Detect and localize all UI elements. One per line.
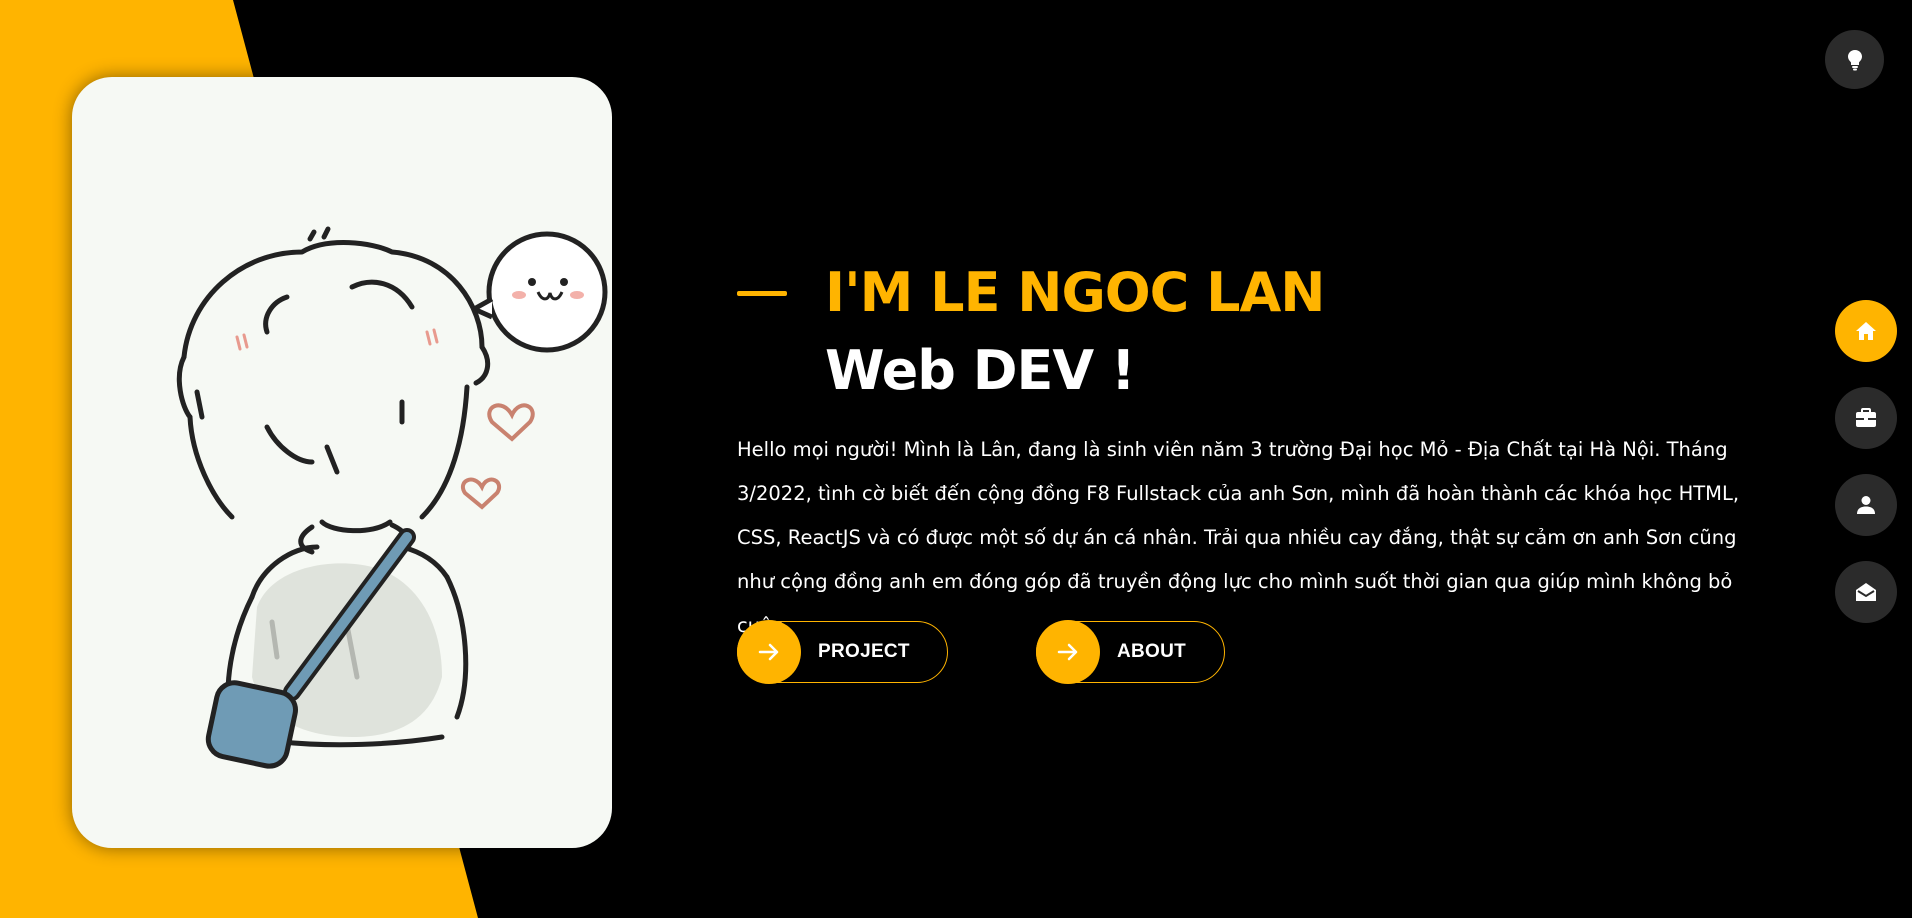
cartoon-character-image [176, 226, 608, 769]
user-icon [1857, 496, 1875, 514]
lightbulb-icon [1847, 49, 1862, 70]
nav-portfolio-button[interactable] [1835, 387, 1897, 449]
project-button-label: PROJECT [818, 641, 910, 662]
nav-home-button[interactable] [1835, 300, 1897, 362]
briefcase-icon [1856, 408, 1876, 427]
arrow-right-icon [737, 620, 801, 684]
home-icon [1856, 322, 1876, 340]
nav-contact-button[interactable] [1835, 561, 1897, 623]
about-button[interactable]: ABOUT [1036, 620, 1225, 684]
title-accent-line [737, 291, 787, 296]
hero-name: I'M LE NGOC LAN [825, 261, 1326, 324]
profile-illustration [72, 77, 612, 848]
about-button-label: ABOUT [1117, 641, 1187, 662]
home-page: I'M LE NGOC LAN Web DEV ! Hello mọi ngườ… [0, 0, 1912, 918]
project-button[interactable]: PROJECT [737, 620, 948, 684]
nav-about-button[interactable] [1835, 474, 1897, 536]
hero-role: Web DEV ! [825, 339, 1136, 402]
title-block: I'M LE NGOC LAN Web DEV ! [737, 258, 1757, 402]
hero-description: Hello mọi người! Mình là Lân, đang là si… [737, 438, 1740, 637]
intro-section: I'M LE NGOC LAN Web DEV ! Hello mọi ngườ… [737, 258, 1757, 637]
envelope-open-icon [1856, 583, 1876, 601]
arrow-right-icon [1036, 620, 1100, 684]
theme-toggle-button[interactable] [1825, 30, 1884, 89]
